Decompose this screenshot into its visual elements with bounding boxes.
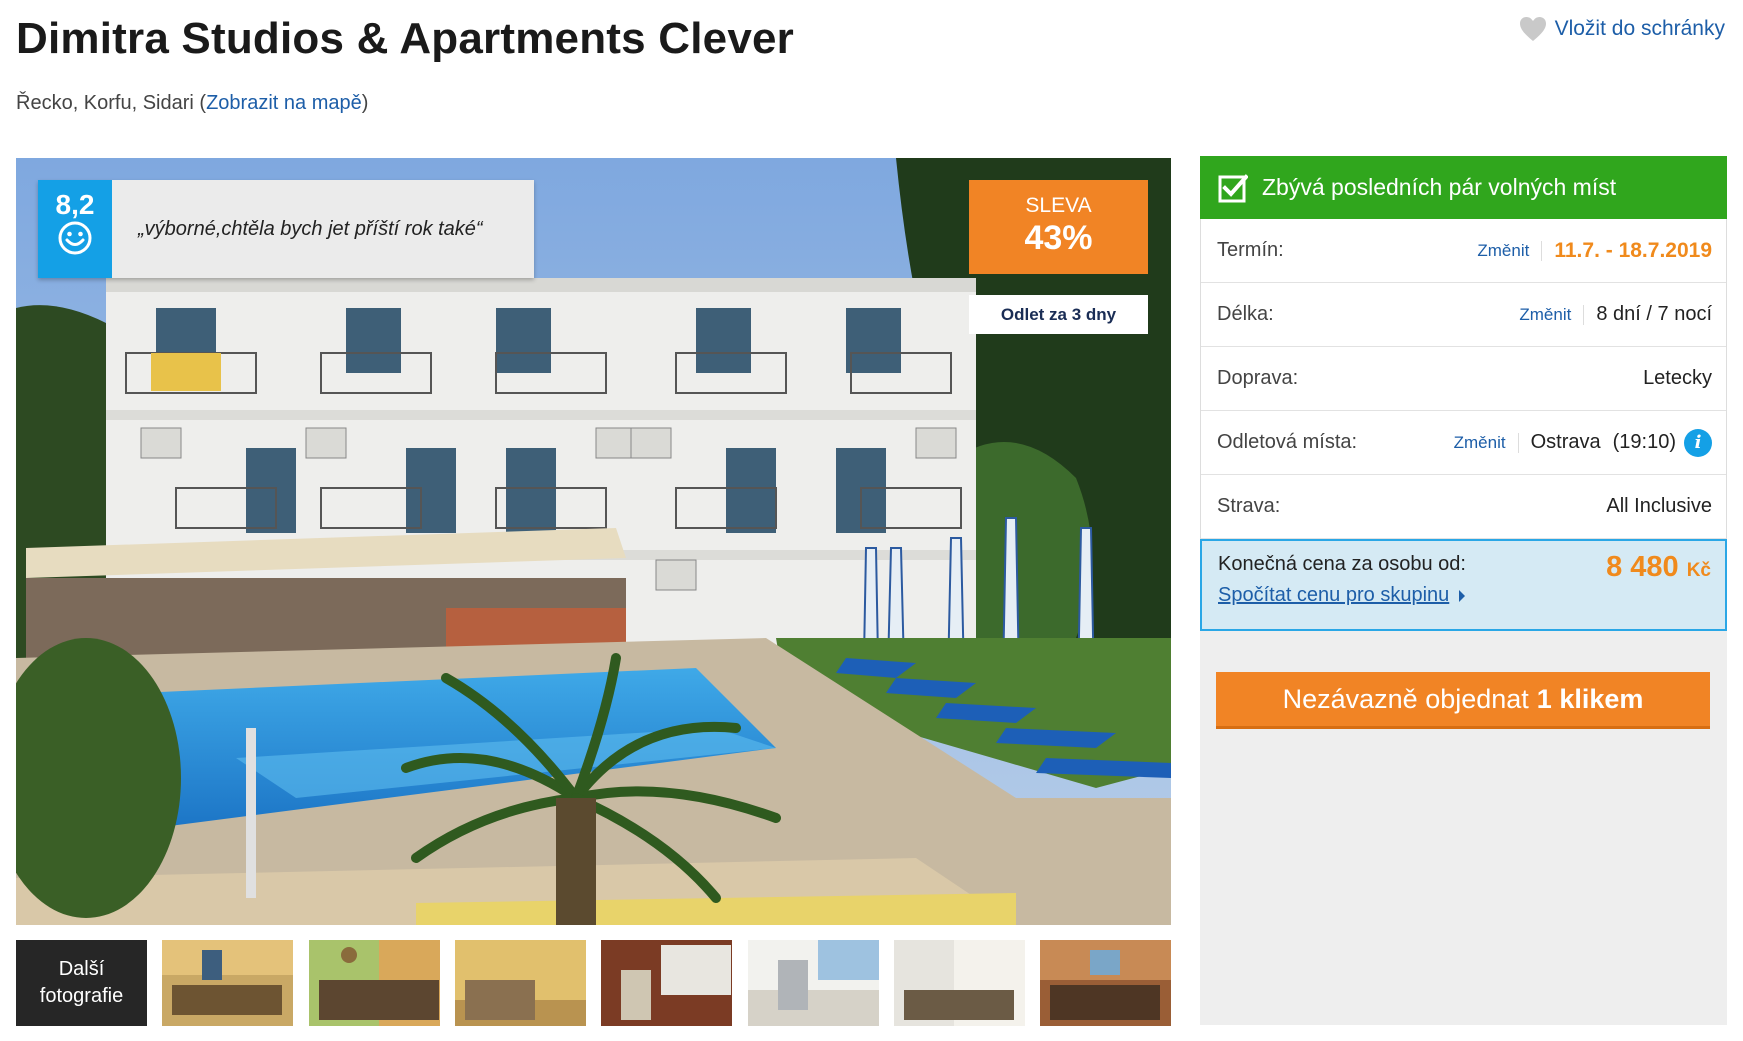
rating-score-box: 8,2 bbox=[38, 180, 112, 278]
thumbnail[interactable] bbox=[894, 940, 1025, 1026]
board-label: Strava: bbox=[1217, 495, 1281, 517]
rating-score: 8,2 bbox=[55, 189, 95, 220]
transport-value: Letecky bbox=[1643, 367, 1712, 389]
review-rating[interactable]: 8,2 „výborné,chtěla bych jet příští rok … bbox=[38, 180, 534, 278]
row-board: Strava: All Inclusive bbox=[1201, 475, 1726, 539]
discount-badge: SLEVA 43% bbox=[969, 180, 1148, 274]
length-value: 8 dní / 7 nocí bbox=[1596, 303, 1712, 325]
departure-time: (19:10) bbox=[1612, 431, 1676, 453]
length-label: Délka: bbox=[1217, 303, 1274, 325]
thumbnail[interactable] bbox=[162, 940, 293, 1026]
group-price-label: Spočítat cenu pro skupinu bbox=[1218, 584, 1450, 606]
thumbnail[interactable] bbox=[748, 940, 879, 1026]
location: Řecko, Korfu, Sidari (Zobrazit na mapě) bbox=[16, 92, 368, 115]
availability-banner: Zbývá posledních pár volných míst bbox=[1200, 156, 1727, 219]
location-text: Řecko, Korfu, Sidari bbox=[16, 92, 194, 114]
heart-icon bbox=[1519, 17, 1546, 41]
order-button-label: Nezávazně objednat bbox=[1282, 683, 1529, 714]
booking-details: Termín: Změnit 11.7. - 18.7.2019 Délka: … bbox=[1200, 219, 1727, 539]
thumbnail[interactable] bbox=[309, 940, 440, 1026]
caret-right-icon bbox=[1459, 589, 1466, 602]
wishlist-button[interactable]: Vložit do schránky bbox=[1519, 16, 1725, 42]
smiley-icon bbox=[58, 221, 92, 255]
row-transport: Doprava: Letecky bbox=[1201, 347, 1726, 411]
term-value: 11.7. - 18.7.2019 bbox=[1554, 238, 1712, 262]
more-photos-line1: Další bbox=[58, 958, 105, 980]
discount-label: SLEVA bbox=[1025, 194, 1092, 217]
price-display: 8 480 Kč bbox=[1606, 551, 1711, 584]
info-icon[interactable]: i bbox=[1684, 428, 1712, 457]
board-value: All Inclusive bbox=[1606, 495, 1712, 517]
hotel-title: Dimitra Studios & Apartments Clever bbox=[16, 14, 794, 63]
order-button[interactable]: Nezávazně objednat 1 klikem bbox=[1216, 672, 1710, 729]
price-box: Konečná cena za osobu od: 8 480 Kč Spočí… bbox=[1200, 539, 1727, 631]
review-quote: „výborné,chtěla bych jet příští rok také… bbox=[112, 180, 534, 278]
term-label: Termín: bbox=[1217, 239, 1284, 261]
checkbox-icon bbox=[1218, 173, 1248, 202]
wishlist-label: Vložit do schránky bbox=[1554, 17, 1725, 40]
departure-badge: Odlet za 3 dny bbox=[969, 295, 1148, 334]
thumbnail[interactable] bbox=[1040, 940, 1171, 1026]
discount-value: 43% bbox=[1024, 219, 1093, 257]
booking-panel: Zbývá posledních pár volných míst Termín… bbox=[1200, 156, 1727, 1025]
more-photos-button[interactable]: Další fotografie bbox=[16, 940, 147, 1026]
change-departure-link[interactable]: Změnit bbox=[1454, 432, 1519, 453]
row-length: Délka: Změnit 8 dní / 7 nocí bbox=[1201, 283, 1726, 347]
thumbnail[interactable] bbox=[455, 940, 586, 1026]
departure-label: Odletová místa: bbox=[1217, 431, 1358, 453]
change-term-link[interactable]: Změnit bbox=[1477, 240, 1543, 261]
transport-label: Doprava: bbox=[1217, 367, 1299, 389]
price-currency: Kč bbox=[1686, 560, 1711, 581]
price-value: 8 480 bbox=[1606, 551, 1679, 583]
more-photos-line2: fotografie bbox=[39, 985, 124, 1007]
availability-text: Zbývá posledních pár volných míst bbox=[1262, 174, 1617, 200]
row-departure: Odletová místa: Změnit Ostrava (19:10) i bbox=[1201, 411, 1726, 475]
location-close-paren: ) bbox=[361, 92, 369, 114]
order-button-bold: 1 klikem bbox=[1536, 683, 1644, 714]
departure-city: Ostrava bbox=[1530, 431, 1601, 453]
row-term: Termín: Změnit 11.7. - 18.7.2019 bbox=[1201, 219, 1726, 283]
map-link[interactable]: Zobrazit na mapě bbox=[206, 92, 362, 114]
thumbnail[interactable] bbox=[601, 940, 732, 1026]
change-length-link[interactable]: Změnit bbox=[1519, 304, 1585, 325]
group-price-link[interactable]: Spočítat cenu pro skupinu bbox=[1218, 584, 1466, 607]
